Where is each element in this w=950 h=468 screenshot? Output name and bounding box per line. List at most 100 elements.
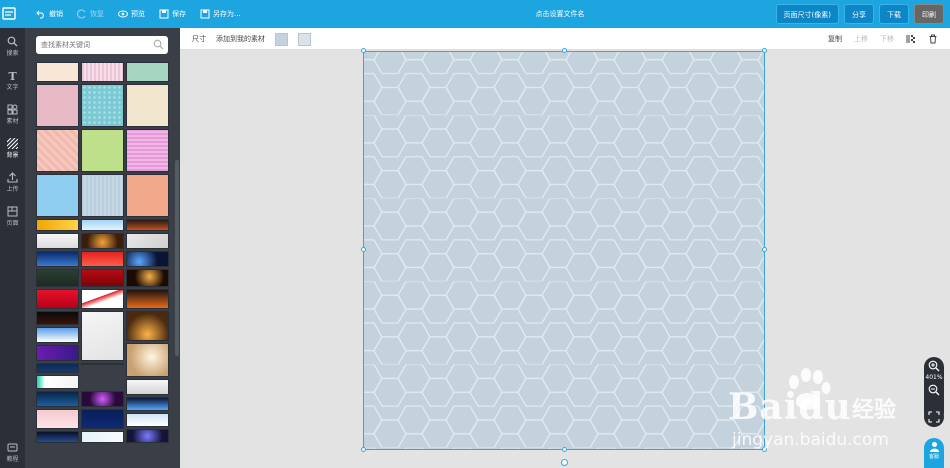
bg-thumbnail[interactable] <box>81 84 124 127</box>
bg-thumbnail[interactable] <box>36 375 79 389</box>
bg-thumbnail[interactable] <box>36 233 79 249</box>
bg-thumbnail[interactable] <box>81 311 124 361</box>
color-swatch-primary[interactable] <box>275 32 288 46</box>
bg-thumbnail[interactable] <box>81 363 124 365</box>
user-icon <box>929 442 939 452</box>
bg-thumbnail[interactable] <box>126 397 169 411</box>
bg-thumbnail[interactable] <box>126 219 169 231</box>
share-button[interactable]: 分享 <box>844 4 874 24</box>
download-button[interactable]: 下载 <box>879 4 909 24</box>
bg-thumbnail[interactable] <box>81 174 124 217</box>
transparency-icon[interactable] <box>906 34 916 44</box>
upload-icon <box>7 172 18 183</box>
bg-thumbnail[interactable] <box>81 409 124 429</box>
color-swatch-secondary[interactable] <box>298 32 311 46</box>
size-button[interactable]: 尺寸 <box>192 34 206 44</box>
add-to-mine-button[interactable]: 添加到我的素材 <box>216 34 265 44</box>
bg-thumbnail[interactable] <box>36 174 79 217</box>
search-icon <box>7 36 18 47</box>
move-down-button[interactable]: 下移 <box>880 34 894 44</box>
print-button[interactable]: 印刷 <box>914 4 944 24</box>
bg-thumbnail[interactable] <box>36 345 79 361</box>
bg-thumbnail[interactable] <box>126 379 169 395</box>
fit-to-screen-button[interactable] <box>924 407 944 427</box>
nav-label-page: 页面 <box>6 220 19 227</box>
asset-search-input[interactable] <box>41 39 151 51</box>
nav-item-elements[interactable]: 素材 <box>0 100 25 130</box>
asset-search[interactable] <box>36 36 168 54</box>
nav-item-search[interactable]: 搜索 <box>0 32 25 62</box>
bg-thumbnail[interactable] <box>126 84 169 127</box>
bg-thumbnail[interactable] <box>36 62 79 82</box>
move-up-button[interactable]: 上移 <box>854 34 868 44</box>
bg-thumbnail[interactable] <box>36 289 79 309</box>
bg-thumbnail[interactable] <box>126 413 169 427</box>
undo-icon <box>36 10 44 19</box>
nav-item-tutorial[interactable]: 教程 <box>0 438 25 468</box>
bg-thumbnail[interactable] <box>81 233 124 249</box>
bg-thumbnail[interactable] <box>126 233 169 249</box>
nav-item-page[interactable]: 页面 <box>0 202 25 232</box>
design-canvas[interactable] <box>363 51 765 450</box>
panel-scrollbar[interactable] <box>175 160 179 356</box>
customer-service-button[interactable]: 客服 <box>924 438 944 468</box>
resize-handle-se[interactable] <box>762 447 767 452</box>
bg-thumbnail[interactable] <box>36 363 79 373</box>
bg-thumbnail[interactable] <box>36 129 79 172</box>
bg-thumbnail[interactable] <box>126 129 169 172</box>
elements-icon <box>7 104 18 115</box>
bg-thumbnail[interactable] <box>36 327 79 343</box>
preview-button[interactable]: 预览 <box>118 9 145 19</box>
bg-thumbnail[interactable] <box>126 174 169 217</box>
resize-handle-s[interactable] <box>562 447 567 452</box>
bg-thumbnail[interactable] <box>36 269 79 287</box>
bg-thumbnail[interactable] <box>126 311 169 341</box>
bg-thumbnail[interactable] <box>81 129 124 172</box>
nav-item-upload[interactable]: 上传 <box>0 168 25 198</box>
bg-thumbnail[interactable] <box>81 391 124 407</box>
rotate-handle[interactable] <box>561 459 568 466</box>
nav-label-tutorial: 教程 <box>6 456 19 463</box>
copy-button[interactable]: 复制 <box>828 34 842 44</box>
nav-item-background[interactable]: 背景 <box>0 134 25 164</box>
app-logo[interactable] <box>0 0 18 28</box>
bg-thumbnail[interactable] <box>81 219 124 231</box>
resize-handle-ne[interactable] <box>762 48 767 53</box>
resize-handle-e[interactable] <box>762 247 767 252</box>
bg-thumbnail[interactable] <box>36 431 79 443</box>
bg-thumbnail[interactable] <box>36 84 79 127</box>
tutorial-icon <box>7 443 18 452</box>
bg-thumbnail[interactable] <box>126 269 169 287</box>
resize-handle-w[interactable] <box>361 247 366 252</box>
doc-title[interactable]: 点击设置文件名 <box>500 0 620 28</box>
bg-thumbnail[interactable] <box>126 62 169 82</box>
search-icon[interactable] <box>153 39 164 50</box>
save-as-button[interactable]: 另存为... <box>200 9 241 19</box>
save-button[interactable]: 保存 <box>159 9 186 19</box>
save-icon <box>159 9 169 19</box>
bg-thumbnail[interactable] <box>36 409 79 429</box>
trash-icon[interactable] <box>928 34 938 44</box>
bg-thumbnail[interactable] <box>126 289 169 309</box>
resize-handle-nw[interactable] <box>361 48 366 53</box>
zoom-in-icon[interactable] <box>928 360 940 372</box>
resize-handle-n[interactable] <box>562 48 567 53</box>
bg-thumbnail[interactable] <box>81 431 124 443</box>
bg-thumbnail[interactable] <box>81 269 124 287</box>
bg-thumbnail[interactable] <box>126 429 169 443</box>
bg-thumbnail[interactable] <box>81 251 124 267</box>
bg-thumbnail[interactable] <box>126 343 169 377</box>
nav-item-text[interactable]: T 文字 <box>0 66 25 96</box>
bg-thumbnail[interactable] <box>36 219 79 231</box>
resize-handle-sw[interactable] <box>361 447 366 452</box>
undo-button[interactable]: 撤销 <box>36 9 63 19</box>
page-size-button[interactable]: 页面尺寸(像素) <box>775 4 839 24</box>
redo-button[interactable]: 恢复 <box>77 9 104 19</box>
bg-thumbnail[interactable] <box>36 391 79 407</box>
bg-thumbnail[interactable] <box>126 251 169 267</box>
bg-thumbnail[interactable] <box>36 251 79 267</box>
bg-thumbnail[interactable] <box>36 311 79 325</box>
bg-thumbnail[interactable] <box>81 289 124 309</box>
bg-thumbnail[interactable] <box>81 62 124 82</box>
zoom-out-icon[interactable] <box>928 384 940 396</box>
